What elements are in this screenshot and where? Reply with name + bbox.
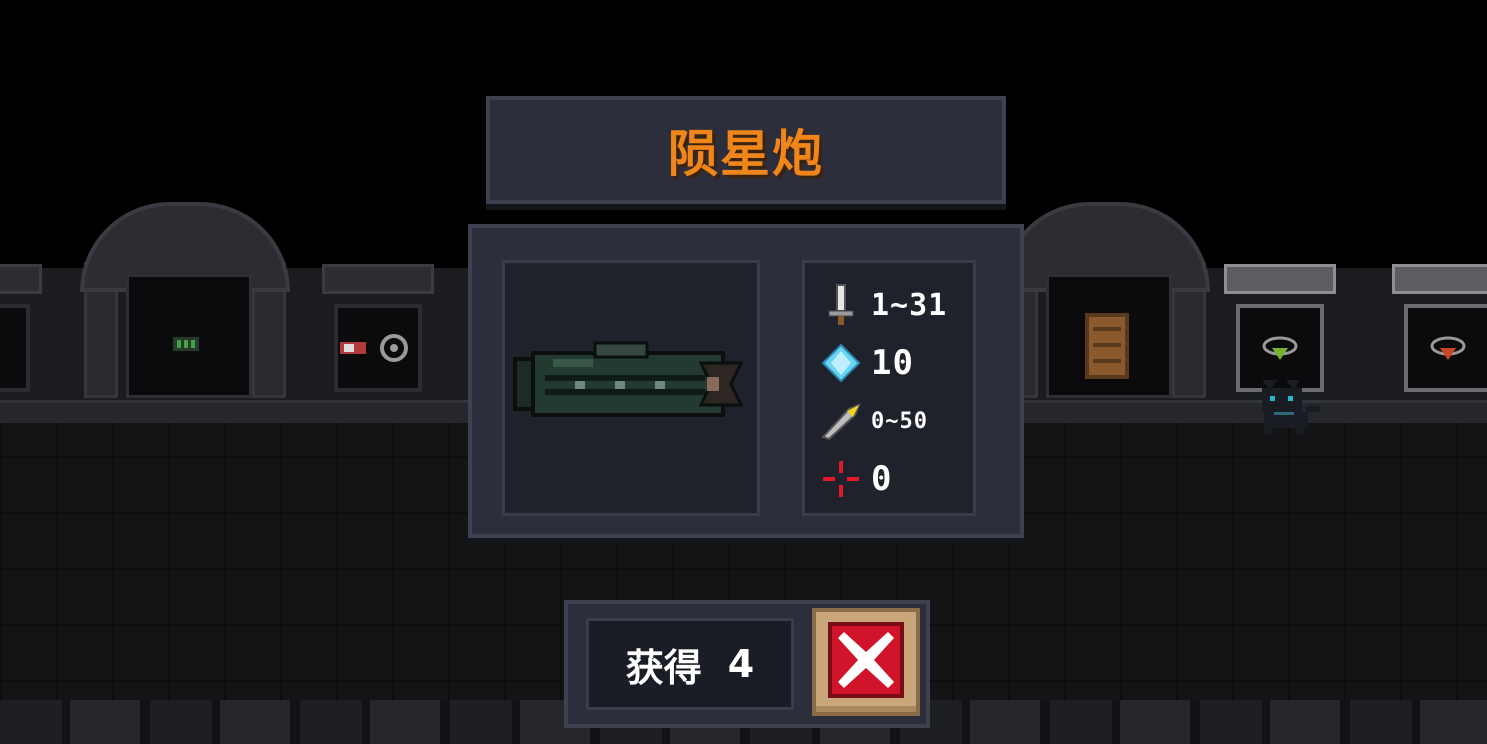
- weapon-info-panel: 1~31 10 0~50 0: [468, 224, 1024, 538]
- weapon-pedestal: [0, 264, 42, 392]
- critical-feather-icon: [821, 403, 861, 441]
- close-button[interactable]: [812, 608, 920, 716]
- stat-energy-value: 10: [871, 343, 914, 383]
- weapon-pedestal[interactable]: [1224, 264, 1336, 392]
- weapon-stats-box: 1~31 10 0~50 0: [802, 260, 976, 516]
- black-cat-pet: [1262, 380, 1320, 434]
- weapon-arch-display: [80, 202, 290, 402]
- meteor-cannon-sprite: [513, 341, 744, 417]
- accuracy-crosshair-icon: [823, 461, 859, 497]
- red-amulet-icon: [1430, 336, 1466, 360]
- stat-energy: 10: [819, 339, 914, 387]
- stat-critical: 0~50: [819, 397, 928, 445]
- acquire-count: 4: [727, 642, 755, 686]
- weapon-pedestal[interactable]: [1392, 264, 1487, 392]
- battery-weapon-icon: [173, 337, 199, 351]
- energy-crystal-icon: [821, 343, 861, 383]
- stat-critical-value: 0~50: [871, 408, 928, 434]
- weapon-name-panel: 陨星炮: [486, 96, 1006, 204]
- acquire-count-box: 获得 4: [586, 618, 794, 710]
- acquire-panel: 获得 4: [564, 600, 930, 728]
- weapon-image-frame: [502, 260, 760, 516]
- stat-damage: 1~31: [819, 281, 947, 329]
- stat-damage-value: 1~31: [871, 287, 948, 323]
- acquire-label: 获得: [625, 645, 702, 690]
- weapon-arch-display: [1000, 202, 1210, 402]
- weapon-pedestal[interactable]: [322, 264, 434, 392]
- close-x-icon: [838, 632, 894, 688]
- gear-weapon-icon: [340, 334, 408, 362]
- sword-icon: [828, 284, 854, 325]
- stat-inaccuracy: 0: [819, 455, 892, 503]
- weapon-name: 陨星炮: [668, 125, 824, 183]
- stat-inaccuracy-value: 0: [871, 459, 893, 499]
- wooden-crate-icon: [1085, 313, 1129, 379]
